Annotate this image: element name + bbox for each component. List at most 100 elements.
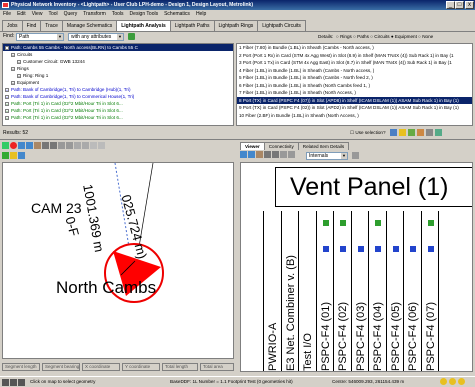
expand-icon[interactable]: +	[5, 94, 9, 99]
folder-icon[interactable]	[10, 152, 17, 159]
close-button[interactable]: x	[465, 1, 474, 9]
details-row[interactable]: 5 Fiber (1.BL) in Bundle (1.BL) in Sheat…	[237, 74, 472, 82]
splitter[interactable]	[0, 139, 475, 140]
schematic-canvas[interactable]: Vent Panel (1) PWRIO-A E3 Net. Combiner v…	[240, 162, 473, 372]
tree-item[interactable]: + Path: Port (Tri 1) in Card (02^2 Mbit/H…	[3, 107, 233, 114]
forward-icon[interactable]	[26, 142, 33, 149]
details-row[interactable]: 7 Fiber (1.BL) in Bundle (1.BL) in Sheat…	[237, 89, 472, 97]
expand-icon[interactable]: +	[5, 115, 9, 120]
expand-icon[interactable]: +	[11, 52, 15, 57]
tree-item[interactable]: + Rings	[3, 65, 233, 72]
details-row[interactable]: 4 Fiber (1.BL) in Bundle (1.BL) in Sheat…	[237, 67, 472, 75]
menu-design-tools[interactable]: Design Tools	[127, 10, 162, 19]
menu-file[interactable]: File	[0, 10, 14, 19]
tab-lightpath-circuits[interactable]: Lightpath Circuits	[257, 20, 306, 31]
tab-lightpath-analysis[interactable]: Lightpath Analysis	[116, 20, 171, 31]
tab-connectivity[interactable]: Connectivity	[263, 142, 299, 150]
find-go-icon[interactable]	[128, 33, 135, 40]
tree-item[interactable]: + Path: Bank of Cambridge(1, Tri) to Camb…	[3, 86, 233, 93]
use-selection-checkbox[interactable]: ☐ Use selection?	[350, 130, 386, 136]
query-icon[interactable]	[74, 142, 81, 149]
schematic-home-icon[interactable]	[256, 151, 263, 158]
tree-item[interactable]: + Path: Port (Tri 1) in Card (02^2 Mbit/H…	[3, 100, 233, 107]
measure-icon[interactable]	[66, 142, 73, 149]
menu-transform[interactable]: Transform	[80, 10, 109, 19]
x-coordinate-field[interactable]: X coordinate	[82, 363, 120, 371]
port-status-blue[interactable]	[410, 246, 416, 252]
radio-circuits[interactable]: ○ Circuits	[370, 34, 389, 39]
port-status-green[interactable]	[375, 220, 381, 226]
port-status-blue[interactable]	[375, 246, 381, 252]
schematic-pan-icon[interactable]	[280, 151, 287, 158]
tab-lightpath-rings[interactable]: Lightpath Rings	[213, 20, 259, 31]
tree-item[interactable]: + Path: Cambs 55 Cambs - North access(BLR…	[3, 44, 233, 51]
details-row[interactable]: 8 Port (TX) in Card (PSPC F4 (07)) in Sl…	[237, 96, 472, 104]
schematic-forward-icon[interactable]	[248, 151, 255, 158]
total-length-field[interactable]: Total length	[162, 363, 198, 371]
tab-trace[interactable]: Trace	[40, 20, 63, 31]
tab-related-item-details[interactable]: Related Item Details	[297, 142, 350, 150]
schematic-extra-icon[interactable]	[352, 152, 359, 159]
layers-icon[interactable]	[18, 152, 25, 159]
radio-rings[interactable]: ○ Rings	[336, 34, 352, 39]
details-row[interactable]: 2 Port (Port 1 Rx) in Card (STM 4x Agg W…	[237, 52, 472, 60]
find-type-select[interactable]: Path ▼	[16, 33, 64, 41]
tab-manage-schematics[interactable]: Manage Schematics	[61, 20, 118, 31]
port-status-green[interactable]	[322, 220, 329, 226]
radio-none[interactable]: ○ None	[418, 34, 433, 39]
port-status-blue[interactable]	[340, 246, 346, 252]
schematic-back-icon[interactable]	[240, 151, 247, 158]
layer-icon[interactable]	[82, 142, 89, 149]
tree-item[interactable]: + Circuits	[3, 51, 233, 58]
schematic-hand-icon[interactable]	[288, 151, 295, 158]
tree-item[interactable]: + Path: Port (Tri 1) in Card (02^2 Mbit/H…	[3, 114, 233, 121]
port-status-blue[interactable]	[322, 246, 329, 252]
toolbar-icon-4[interactable]	[417, 129, 424, 136]
refresh-map-icon[interactable]	[2, 152, 9, 159]
find-attr-select[interactable]: with any attributes ▼	[68, 33, 124, 41]
menu-tool[interactable]: Tool	[45, 10, 60, 19]
maximize-button[interactable]: □	[455, 1, 464, 9]
expand-icon[interactable]: +	[17, 73, 21, 78]
tree-item[interactable]: + Equipment	[3, 79, 233, 86]
stop-icon[interactable]	[10, 142, 17, 149]
status-icon-3[interactable]	[18, 379, 25, 387]
details-list[interactable]: 1 Fiber (7.80) in Bundle (1.BL) in Sheat…	[236, 43, 473, 126]
menu-query[interactable]: Query	[61, 10, 81, 19]
tree-item[interactable]: + Path: Bank of Cambridge(1, Tri) to Comm…	[3, 93, 233, 100]
port-status-green[interactable]	[427, 220, 434, 226]
expand-icon[interactable]: +	[5, 45, 9, 50]
expand-icon[interactable]: +	[5, 108, 9, 113]
back-icon[interactable]	[18, 142, 25, 149]
port-status-blue[interactable]	[357, 246, 364, 252]
segment-bearing-field[interactable]: Segment bearing	[42, 363, 80, 371]
status-icon-1[interactable]	[2, 379, 9, 387]
details-row[interactable]: 6 Fiber (1.BL) in Bundle (1.BL) in Sheat…	[237, 82, 472, 90]
schematic-view-select[interactable]: Internals ▼	[306, 152, 348, 160]
expand-icon[interactable]: +	[11, 80, 15, 85]
menu-schematics[interactable]: Schematics	[161, 10, 193, 19]
expand-icon[interactable]: +	[11, 66, 15, 71]
expand-icon[interactable]: +	[5, 87, 9, 92]
toolbar-icon-6[interactable]	[435, 129, 442, 136]
schematic-zoom-in-icon[interactable]	[264, 151, 271, 158]
menu-view[interactable]: View	[29, 10, 46, 19]
tab-jobs[interactable]: Jobs	[2, 20, 23, 31]
pan-icon[interactable]	[58, 142, 65, 149]
details-row[interactable]: 3 Port (Port 1 Tx) in Card (STM 4x Agg E…	[237, 59, 472, 67]
menu-tools[interactable]: Tools	[109, 10, 127, 19]
details-row[interactable]: 9 Port (TX) in Card (PSPC F4 (02)) in Sl…	[237, 104, 472, 112]
toolbar-icon-3[interactable]	[408, 129, 415, 136]
menu-help[interactable]: Help	[193, 10, 209, 19]
path-tree[interactable]: + Path: Cambs 55 Cambs - North access(BLR…	[2, 43, 234, 126]
refresh-icon[interactable]	[98, 142, 105, 149]
expand-icon[interactable]: +	[5, 101, 9, 106]
toolbar-icon-5[interactable]	[426, 129, 433, 136]
zoom-out-icon[interactable]	[50, 142, 57, 149]
port-status-blue[interactable]	[427, 246, 434, 252]
details-row[interactable]: 10 Fiber (2.BF) in Bundle (1.BL) in Shea…	[237, 112, 472, 120]
port-status-green[interactable]	[340, 220, 346, 226]
schematic-zoom-out-icon[interactable]	[272, 151, 279, 158]
tab-viewer[interactable]: Viewer	[240, 142, 265, 150]
expand-icon[interactable]: +	[17, 59, 21, 64]
